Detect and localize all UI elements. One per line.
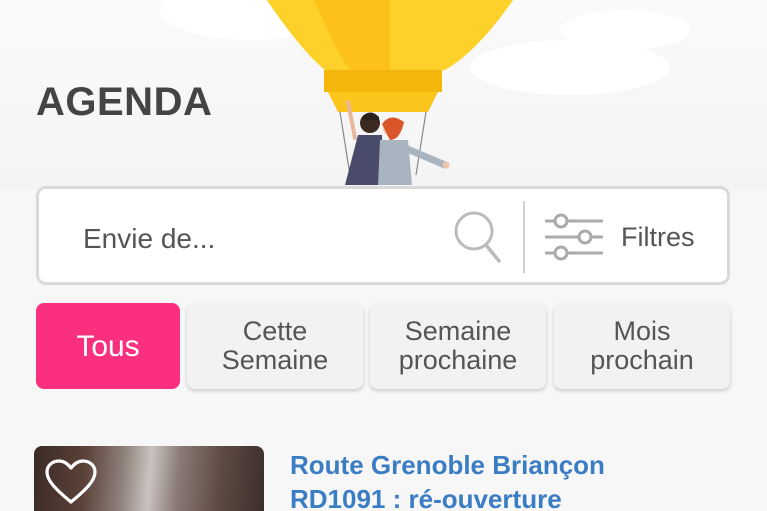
tab-this-week[interactable]: Cette Semaine <box>187 303 363 389</box>
event-image <box>34 446 264 511</box>
search-input[interactable] <box>83 219 443 259</box>
cloud-shape <box>560 10 690 50</box>
search-bar: Filtres <box>36 186 730 285</box>
period-tabs: Tous Cette Semaine Semaine prochaine Moi… <box>0 303 767 391</box>
page-title: AGENDA <box>36 80 213 124</box>
tab-next-week[interactable]: Semaine prochaine <box>370 303 546 389</box>
filters-button[interactable]: Filtres <box>539 203 724 271</box>
tab-all[interactable]: Tous <box>36 303 180 389</box>
tab-label: Cette Semaine <box>221 316 329 375</box>
sliders-icon <box>545 213 603 261</box>
filters-label: Filtres <box>621 221 695 252</box>
heart-icon[interactable] <box>44 458 98 506</box>
tab-next-month[interactable]: Mois prochain <box>554 303 730 389</box>
divider <box>523 201 525 273</box>
hot-air-balloon-illustration <box>266 0 514 185</box>
search-icon[interactable] <box>453 209 503 265</box>
tab-label: Mois prochain <box>590 316 694 375</box>
event-title[interactable]: Route Grenoble Briançon RD1091 : ré-ouve… <box>290 448 750 511</box>
tab-label: Semaine prochaine <box>398 316 518 375</box>
tab-label: Tous <box>76 329 140 363</box>
event-card[interactable]: Route Grenoble Briançon RD1091 : ré-ouve… <box>0 446 767 511</box>
